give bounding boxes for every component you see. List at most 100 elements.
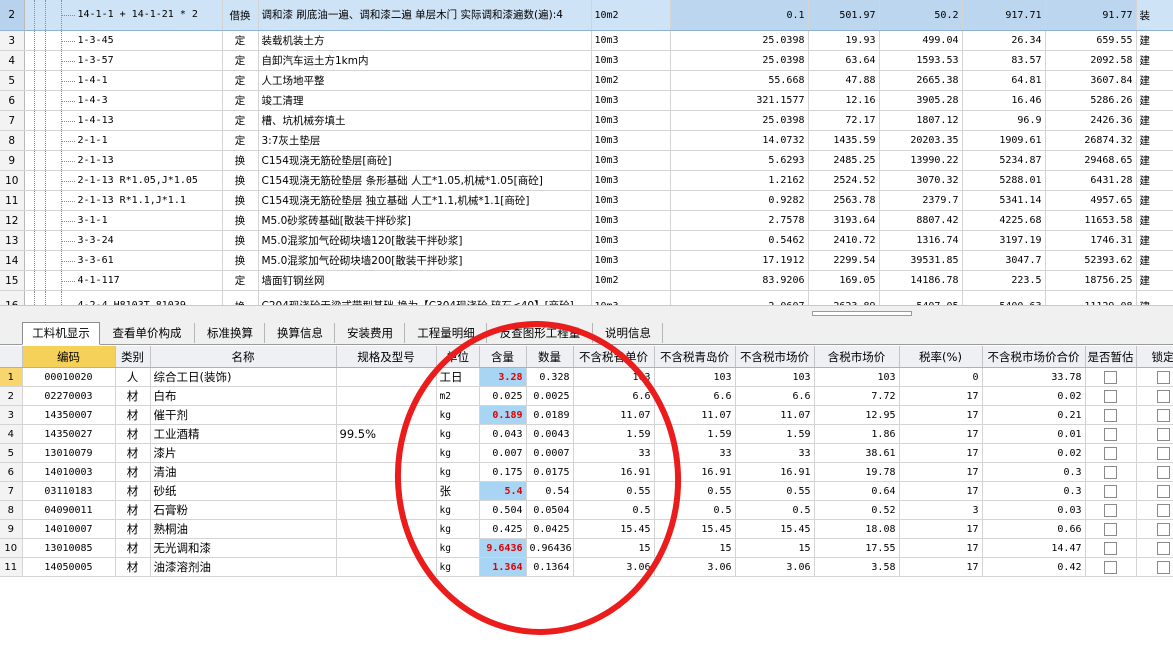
resource-category[interactable]: 材 [115, 424, 151, 444]
item-total[interactable]: 50.2 [879, 0, 963, 31]
market-total[interactable]: 0.03 [982, 500, 1086, 520]
item-total[interactable]: 39531.85 [879, 250, 963, 271]
market-price-tax[interactable]: 103 [814, 367, 900, 387]
item-amount[interactable]: 4957.65 [1045, 190, 1137, 211]
resource-row[interactable]: 2 02270003 材白布 m2 0.025 0.0025 6.6 6.6 6.6 7.72 17… [0, 386, 1173, 406]
item-unit[interactable]: 10m2 [591, 270, 671, 291]
item-code[interactable]: 14-1-1 + 14-1-21 * 2 [24, 0, 223, 31]
quota-row[interactable]: 12 3-1-1 换 M5.0砂浆砖基础[散装干拌砂浆] 10m3 2.7578 3193.… [0, 210, 1173, 231]
item-amount[interactable]: 18756.25 [1045, 270, 1137, 291]
resource-row[interactable]: 9 14010007 材熟桐油 kg 0.425 0.0425 15.45 15.45 15.4… [0, 519, 1173, 539]
resource-name[interactable]: 清油 [150, 462, 337, 482]
market-price-tax[interactable]: 18.08 [814, 519, 900, 539]
resource-quantity[interactable]: 0.0504 [526, 500, 574, 520]
item-total[interactable]: 13990.22 [879, 150, 963, 171]
resource-quantity[interactable]: 0.0175 [526, 462, 574, 482]
header-market-total[interactable]: 不含税市场价合价 [982, 346, 1086, 368]
header-provincial-price[interactable]: 不含税省单价 [573, 346, 655, 368]
item-unit[interactable]: 10m2 [591, 0, 671, 31]
qingdao-price[interactable]: 16.91 [654, 462, 736, 482]
item-labor[interactable]: 64.81 [962, 70, 1046, 91]
header-quantity[interactable]: 数量 [526, 346, 574, 368]
market-total[interactable]: 0.3 [982, 462, 1086, 482]
provisional-checkbox[interactable] [1104, 542, 1117, 555]
item-class[interactable]: 定 [222, 30, 259, 51]
tax-rate[interactable]: 17 [899, 443, 983, 463]
resource-quantity[interactable]: 0.0007 [526, 443, 574, 463]
item-unit-price[interactable]: 47.88 [808, 70, 880, 91]
item-discipline[interactable]: 建 [1136, 130, 1173, 151]
quota-row[interactable]: 6 1-4-3 定竣工清理 10m3 321.1577 12.16 3905.28 16.46… [0, 90, 1173, 111]
item-total[interactable]: 2665.38 [879, 70, 963, 91]
resource-row[interactable]: 11 14050005 材油漆溶剂油 kg 1.364 0.1364 3.06 3.06 3.0… [0, 557, 1173, 577]
qingdao-price[interactable]: 1.59 [654, 424, 736, 444]
quota-row[interactable]: 15 4-1-117 定墙面钉钢丝网 10m2 83.9206 169.05 14186.7… [0, 270, 1173, 291]
item-total[interactable]: 1593.53 [879, 50, 963, 71]
market-price[interactable]: 15.45 [735, 519, 815, 539]
resource-quantity[interactable]: 0.0025 [526, 386, 574, 406]
quota-row[interactable]: 9 2-1-13 换 C154现浇无筋砼垫层[商砼] 10m3 5.6293 2485.25… [0, 150, 1173, 171]
resource-row[interactable]: 3 14350007 材催干剂 kg 0.189 0.0189 11.07 11.07 11.0… [0, 405, 1173, 425]
row-number[interactable]: 7 [0, 110, 25, 131]
qingdao-price[interactable]: 3.06 [654, 557, 736, 577]
provisional-checkbox[interactable] [1104, 447, 1117, 460]
item-amount[interactable]: 2426.36 [1045, 110, 1137, 131]
item-unit[interactable]: 10m3 [591, 50, 671, 71]
item-labor[interactable]: 917.71 [962, 0, 1046, 31]
item-class[interactable]: 借换 [222, 0, 259, 31]
item-amount[interactable]: 1746.31 [1045, 230, 1137, 251]
quota-row[interactable]: 3 1-3-45 定装载机装土方 10m3 25.0398 19.93 499.04 26.3… [0, 30, 1173, 51]
item-amount[interactable]: 5286.26 [1045, 90, 1137, 111]
quota-row[interactable]: 13 3-3-24 换 M5.0混浆加气砼砌块墙120[散装干拌砂浆] 10m3 0.54… [0, 230, 1173, 251]
item-unit-price[interactable]: 2299.54 [808, 250, 880, 271]
row-number[interactable]: 14 [0, 250, 25, 271]
market-total[interactable]: 33.78 [982, 367, 1086, 387]
item-discipline[interactable]: 建 [1136, 290, 1173, 305]
item-amount[interactable]: 11653.58 [1045, 210, 1137, 231]
tax-rate[interactable]: 17 [899, 462, 983, 482]
market-price[interactable]: 6.6 [735, 386, 815, 406]
row-number[interactable]: 12 [0, 210, 25, 231]
row-number[interactable]: 11 [0, 190, 25, 211]
row-number[interactable]: 4 [0, 50, 25, 71]
qingdao-price[interactable]: 0.5 [654, 500, 736, 520]
resource-unit[interactable]: m2 [436, 386, 480, 406]
row-number[interactable]: 10 [0, 538, 23, 558]
item-class[interactable]: 定 [222, 70, 259, 91]
item-quantity[interactable]: 1.2162 [670, 170, 809, 191]
resource-row[interactable]: 7 03110183 材砂纸张 5.4 0.54 0.55 0.55 0.55 0.64 17 0.… [0, 481, 1173, 501]
tab-conversion-info[interactable]: 换算信息 [266, 323, 335, 343]
row-number[interactable]: 3 [0, 405, 23, 425]
item-unit[interactable]: 10m3 [591, 250, 671, 271]
resource-unit[interactable]: kg [436, 462, 480, 482]
qingdao-price[interactable]: 33 [654, 443, 736, 463]
item-name[interactable]: C204现浇砼无梁式带型基础 换为【C304现浇砼 碎石<40】[商砼] [258, 290, 592, 305]
resource-name[interactable]: 无光调和漆 [150, 538, 337, 558]
tax-rate[interactable]: 17 [899, 405, 983, 425]
item-labor[interactable]: 83.57 [962, 50, 1046, 71]
provincial-price[interactable]: 33 [573, 443, 655, 463]
resource-row[interactable]: 8 04090011 材石膏粉 kg 0.504 0.0504 0.5 0.5 0.5 0.52 3… [0, 500, 1173, 520]
resource-spec[interactable] [336, 538, 437, 558]
item-class[interactable]: 换 [222, 250, 259, 271]
resource-code[interactable]: 03110183 [22, 481, 116, 501]
item-labor[interactable]: 1909.61 [962, 130, 1046, 151]
item-labor[interactable]: 16.46 [962, 90, 1046, 111]
quota-row[interactable]: 7 1-4-13 定槽、坑机械夯填土 10m3 25.0398 72.17 1807.12 9… [0, 110, 1173, 131]
provisional-checkbox[interactable] [1104, 466, 1117, 479]
item-discipline[interactable]: 建 [1136, 110, 1173, 131]
item-amount[interactable]: 6431.28 [1045, 170, 1137, 191]
market-price-tax[interactable]: 1.86 [814, 424, 900, 444]
item-labor[interactable]: 5341.14 [962, 190, 1046, 211]
resource-category[interactable]: 材 [115, 500, 151, 520]
resource-content[interactable]: 0.043 [479, 424, 527, 444]
row-number[interactable]: 9 [0, 519, 23, 539]
item-labor[interactable]: 5288.01 [962, 170, 1046, 191]
market-price[interactable]: 3.06 [735, 557, 815, 577]
resource-category[interactable]: 材 [115, 462, 151, 482]
item-code[interactable]: 1-3-57 [24, 50, 223, 71]
row-number[interactable]: 2 [0, 386, 23, 406]
resource-category[interactable]: 材 [115, 481, 151, 501]
item-unit[interactable]: 10m3 [591, 290, 671, 305]
market-total[interactable]: 0.02 [982, 443, 1086, 463]
